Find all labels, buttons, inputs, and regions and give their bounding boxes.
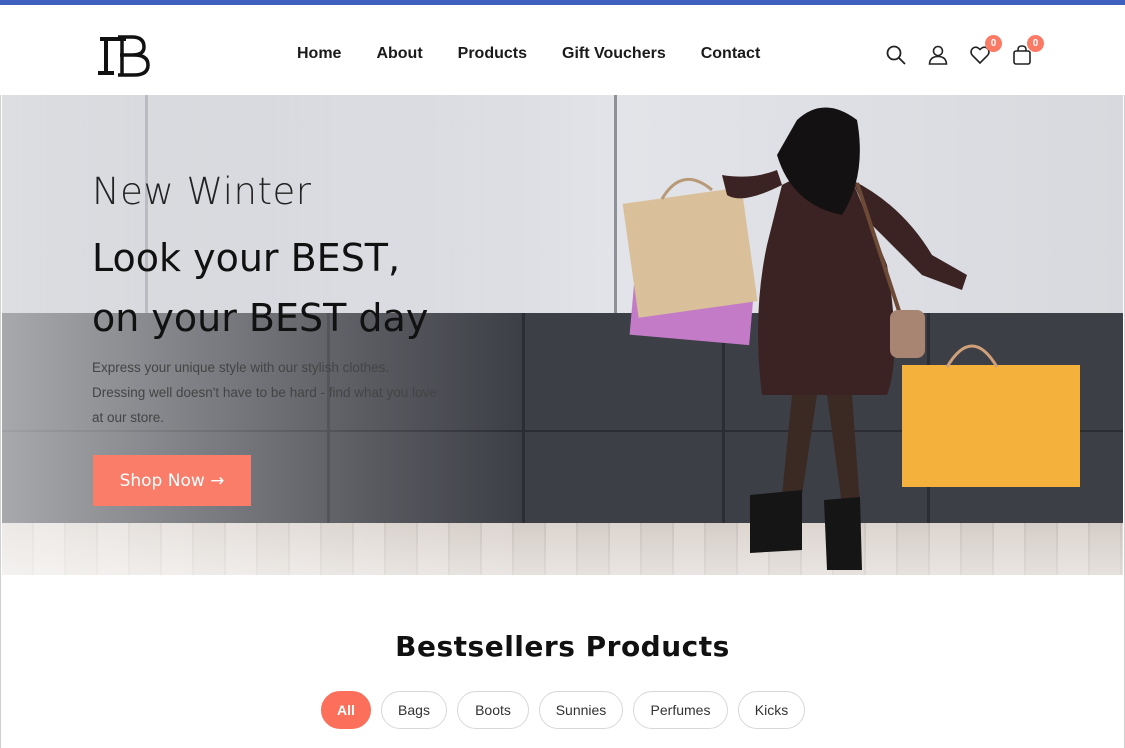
header-actions: 0 0 — [884, 35, 1052, 67]
search-icon[interactable] — [884, 43, 908, 67]
nav-about[interactable]: About — [376, 45, 422, 63]
hero-title-line-2: on your BEST day — [92, 296, 429, 340]
bestsellers-title: Bestsellers Products — [395, 630, 730, 663]
shop-now-button[interactable]: Shop Now → — [93, 455, 251, 506]
cart-bag-icon[interactable]: 0 — [1010, 35, 1044, 67]
bestsellers-filter-tabs: All Bags Boots Sunnies Perfumes Kicks — [321, 691, 815, 729]
tab-bags[interactable]: Bags — [381, 691, 447, 729]
user-icon[interactable] — [926, 43, 950, 67]
tab-perfumes[interactable]: Perfumes — [633, 691, 728, 729]
nav-gift-vouchers[interactable]: Gift Vouchers — [562, 45, 666, 63]
wishlist-heart-icon[interactable]: 0 — [968, 35, 1002, 67]
wishlist-count-badge: 0 — [985, 35, 1002, 52]
hero-description-line-2: Dressing well doesn't have to be hard - … — [92, 385, 437, 400]
brand-logo[interactable] — [96, 33, 152, 79]
hero-description: Express your unique style with our styli… — [92, 355, 462, 430]
hero-description-line-1: Express your unique style with our styli… — [92, 360, 390, 375]
hero-model-image — [622, 107, 1080, 570]
hero-description-line-3: at our store. — [92, 410, 165, 425]
tab-all[interactable]: All — [321, 691, 371, 729]
tab-kicks[interactable]: Kicks — [738, 691, 805, 729]
tab-sunnies[interactable]: Sunnies — [539, 691, 623, 729]
tab-boots[interactable]: Boots — [457, 691, 529, 729]
hero-title: Look your BEST, on your BEST day — [92, 228, 512, 348]
cart-count-badge: 0 — [1027, 35, 1044, 52]
main-nav: Home About Products Gift Vouchers Contac… — [297, 45, 795, 63]
nav-contact[interactable]: Contact — [701, 45, 761, 63]
hero-title-line-1: Look your BEST, — [92, 236, 401, 280]
nav-products[interactable]: Products — [458, 45, 527, 63]
site-header: Home About Products Gift Vouchers Contac… — [0, 5, 1125, 95]
hero-subtitle: New Winter — [92, 170, 312, 213]
nav-home[interactable]: Home — [297, 45, 341, 63]
